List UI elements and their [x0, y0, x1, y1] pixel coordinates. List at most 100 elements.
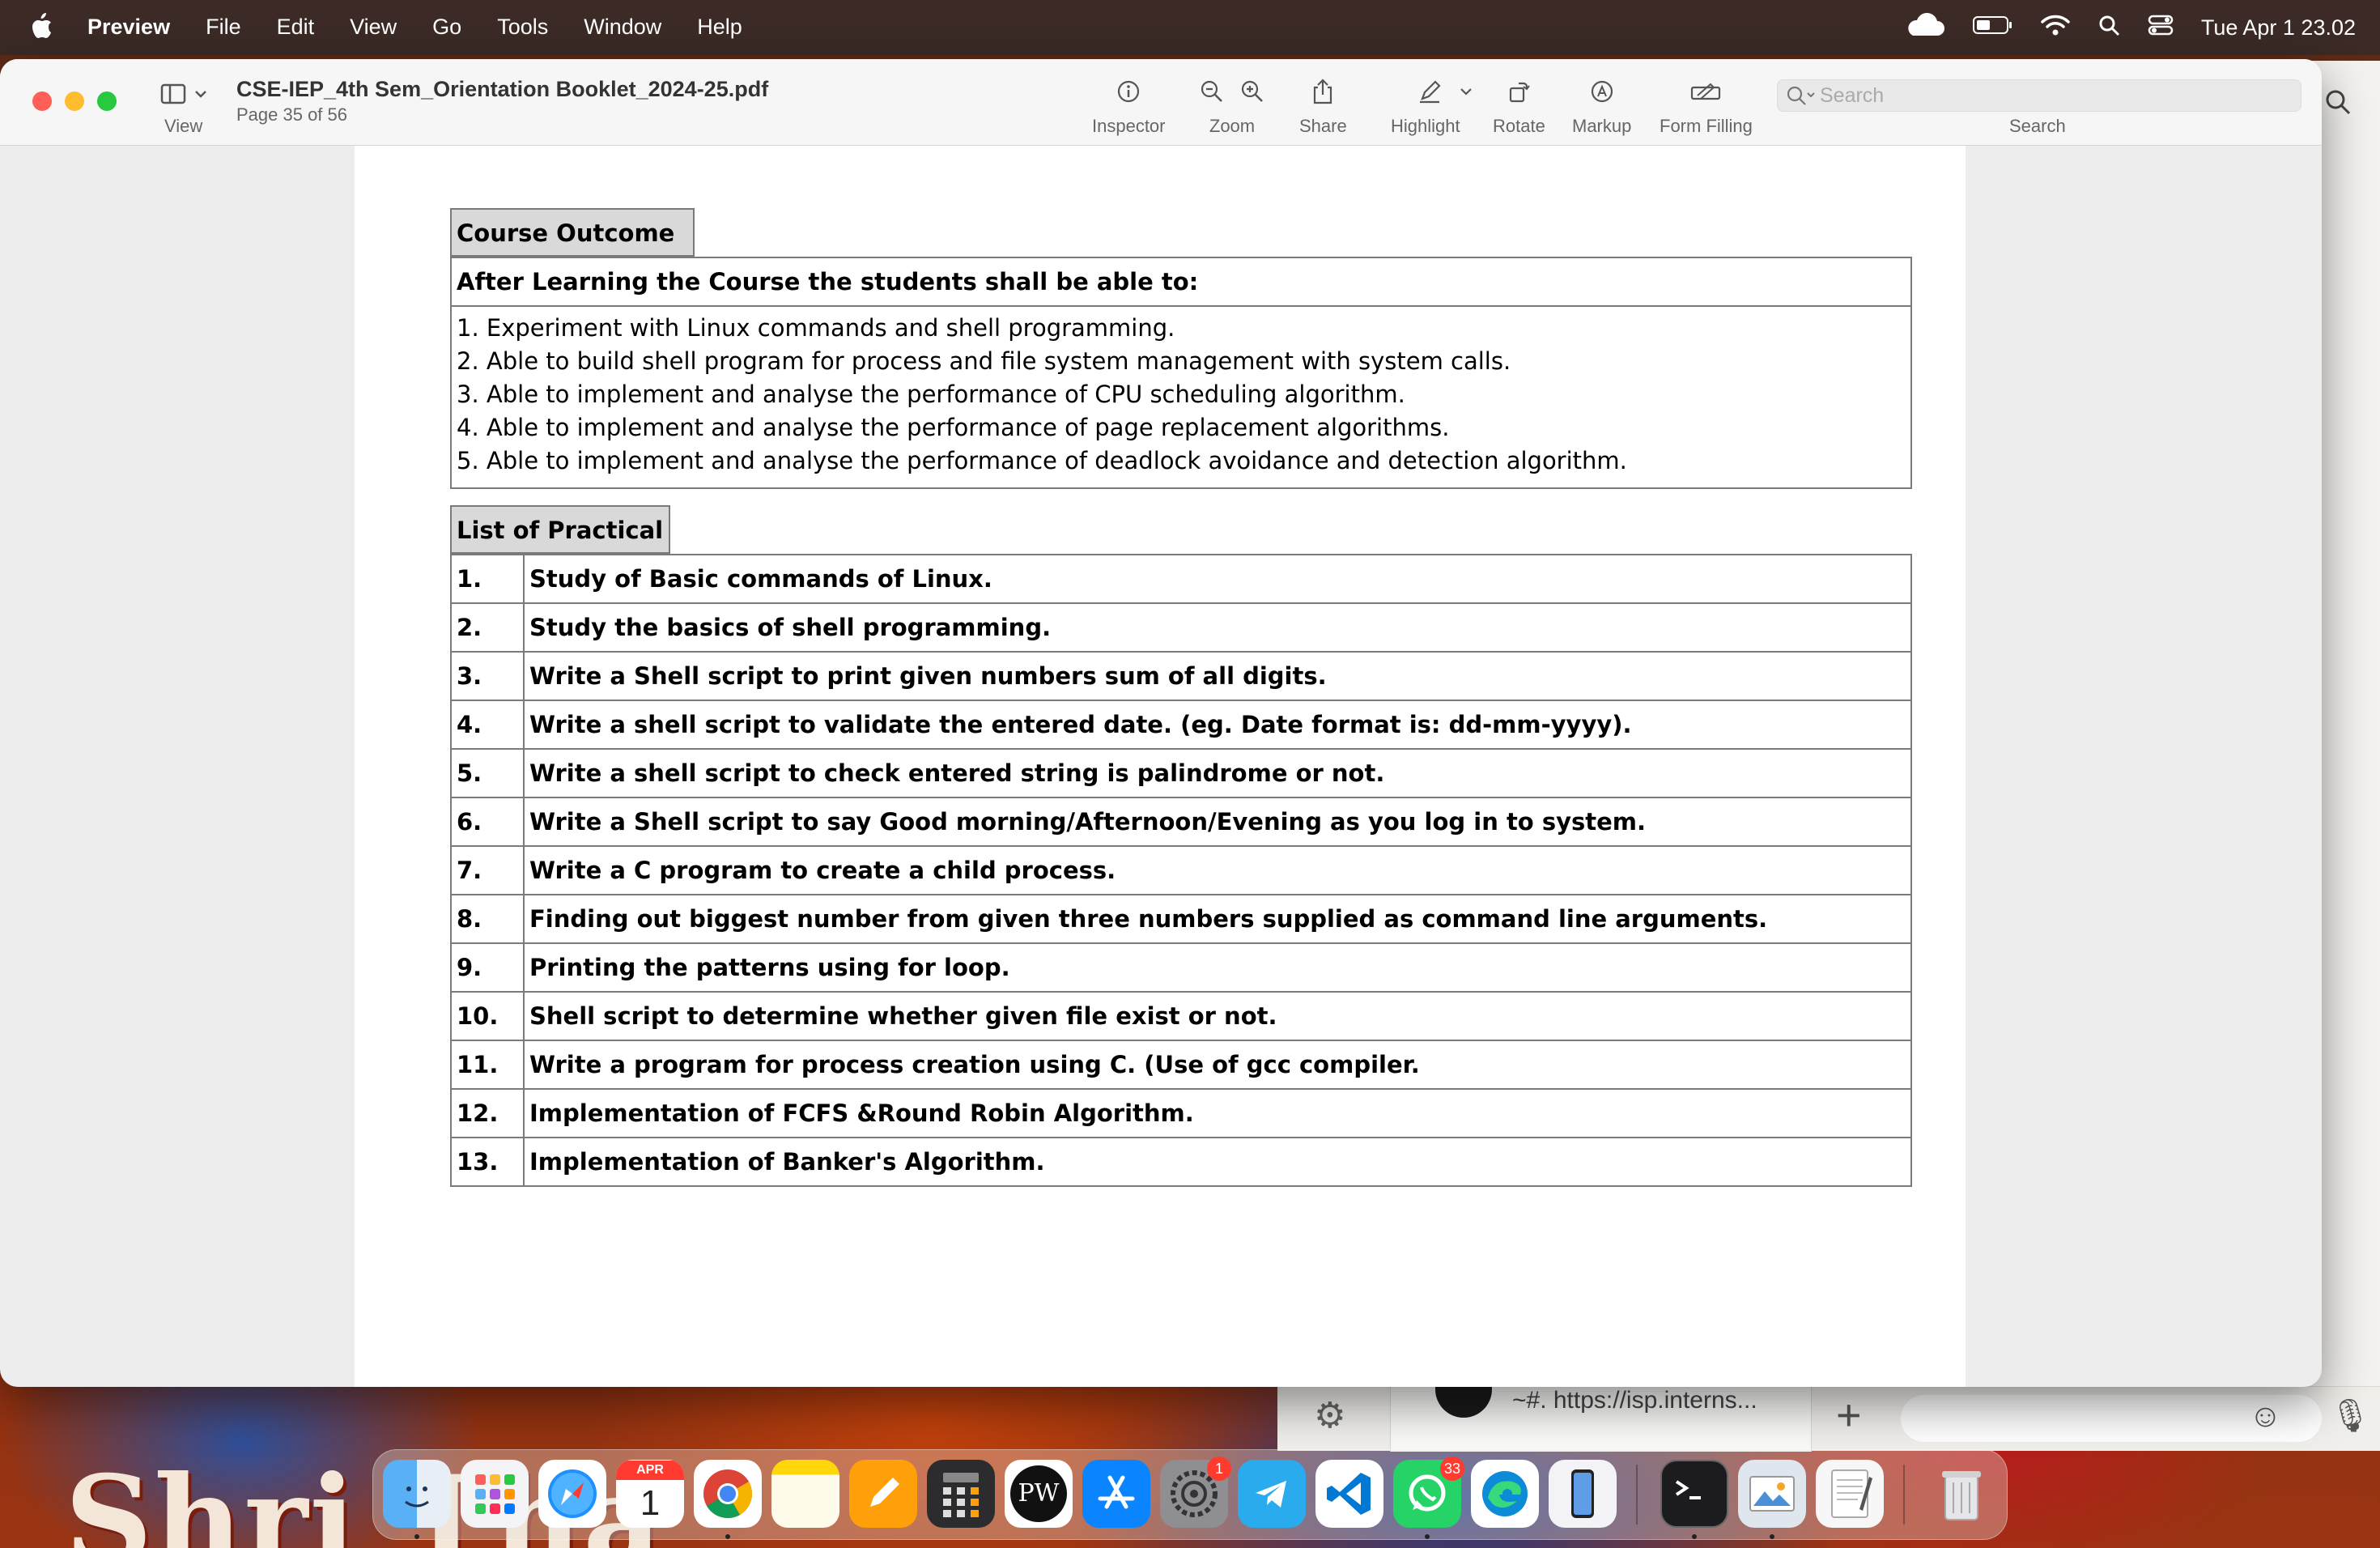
practical-number: 3. — [450, 651, 525, 701]
course-outcome-intro: After Learning the Course the students s… — [452, 258, 1910, 307]
practical-text: Printing the patterns using for loop. — [523, 942, 1912, 993]
running-indicator — [1770, 1534, 1774, 1539]
form-filling-label: Form Filling — [1660, 116, 1753, 136]
terminal-icon[interactable] — [1660, 1460, 1728, 1528]
background-emoji-icon[interactable]: ☺ — [2249, 1398, 2282, 1435]
menu-edit[interactable]: Edit — [277, 15, 315, 40]
calendar-day: 1 — [640, 1483, 661, 1523]
menu-tools[interactable]: Tools — [497, 15, 548, 40]
app-store-icon[interactable] — [1082, 1460, 1150, 1528]
trash-icon[interactable] — [1927, 1460, 1995, 1528]
practical-number: 13. — [450, 1137, 525, 1187]
finder-icon[interactable] — [383, 1460, 451, 1528]
window-toolbar: View CSE-IEP_4th Sem_Orientation Booklet… — [0, 59, 2322, 146]
chrome-icon[interactable] — [694, 1460, 762, 1528]
practical-number: 8. — [450, 894, 525, 944]
textedit-icon[interactable] — [1816, 1460, 1884, 1528]
calculator-icon[interactable] — [927, 1460, 995, 1528]
chevron-down-icon[interactable] — [1458, 83, 1474, 100]
wifi-icon[interactable] — [2041, 14, 2070, 42]
zoom-buttons[interactable]: Zoom — [1200, 75, 1264, 137]
practical-text: Implementation of FCFS &Round Robin Algo… — [523, 1088, 1912, 1138]
highlight-button[interactable]: Highlight — [1391, 75, 1501, 137]
table-row: 5. Write a shell script to check entered … — [450, 748, 1912, 798]
preview-icon[interactable] — [1738, 1460, 1806, 1528]
cloud-icon[interactable] — [1903, 12, 1945, 43]
battery-icon[interactable] — [1972, 15, 2013, 41]
preview-window: View CSE-IEP_4th Sem_Orientation Booklet… — [0, 59, 2322, 1387]
background-mic-icon[interactable]: 🎙 — [2330, 1397, 2371, 1435]
table-row: 9. Printing the patterns using for loop. — [450, 942, 1912, 993]
inspector-button[interactable]: Inspector — [1092, 75, 1166, 137]
table-row: 11. Write a program for process creation … — [450, 1040, 1912, 1090]
edge-icon[interactable] — [1471, 1460, 1539, 1528]
menu-go[interactable]: Go — [432, 15, 461, 40]
zoom-out-icon[interactable] — [1200, 79, 1224, 104]
menu-clock[interactable]: Tue Apr 1 23.02 — [2201, 15, 2356, 40]
calendar-month: APR — [616, 1461, 684, 1480]
zoom-label: Zoom — [1209, 116, 1256, 136]
page-indicator: Page 35 of 56 — [236, 104, 348, 125]
safari-icon[interactable] — [538, 1460, 606, 1528]
menu-view[interactable]: View — [350, 15, 397, 40]
rotate-button[interactable]: Rotate — [1493, 75, 1545, 137]
form-filling-icon — [1691, 83, 1721, 100]
background-attach-icon[interactable]: + — [1836, 1393, 1862, 1437]
table-row: 4. Write a shell script to validate the e… — [450, 700, 1912, 750]
search-icon — [1786, 85, 1818, 112]
table-row: 8. Finding out biggest number from given … — [450, 894, 1912, 944]
course-outcome-item: 3. Able to implement and analyse the per… — [457, 381, 1405, 408]
launchpad-icon[interactable] — [461, 1460, 529, 1528]
menu-help[interactable]: Help — [697, 15, 742, 40]
whatsapp-icon[interactable]: 33 — [1393, 1457, 1464, 1528]
vscode-icon[interactable] — [1315, 1460, 1383, 1528]
system-settings-icon[interactable]: 1 — [1160, 1457, 1231, 1528]
zoom-in-icon[interactable] — [1240, 79, 1264, 104]
course-outcome-item: 2. Able to build shell program for proce… — [457, 347, 1511, 375]
practical-number: 5. — [450, 748, 525, 798]
table-row: 2. Study the basics of shell programming. — [450, 602, 1912, 653]
table-row: 7. Write a C program to create a child pr… — [450, 845, 1912, 895]
share-icon — [1314, 79, 1332, 104]
notes-icon[interactable] — [771, 1460, 839, 1528]
practical-text: Write a Shell script to print given numb… — [523, 651, 1912, 701]
pdf-page[interactable]: Course Outcome After Learning the Course… — [355, 146, 1966, 1387]
background-link-preview[interactable]: ~#. https://isp.interns... — [1512, 1387, 1757, 1414]
close-window-button[interactable] — [32, 91, 52, 111]
course-outcome-item: 4. Able to implement and analyse the per… — [457, 414, 1450, 441]
background-gear-icon[interactable]: ⚙ — [1314, 1395, 1345, 1436]
search-input[interactable] — [1820, 82, 2289, 109]
sidebar-toggle-button[interactable] — [160, 82, 214, 147]
spotlight-icon[interactable] — [2097, 14, 2120, 42]
table-row: 6. Write a Shell script to say Good morni… — [450, 797, 1912, 847]
table-row: 3. Write a Shell script to print given nu… — [450, 651, 1912, 701]
practical-text: Write a program for process creation usi… — [523, 1040, 1912, 1090]
background-search-icon[interactable] — [2323, 87, 2352, 121]
document-title[interactable]: CSE-IEP_4th Sem_Orientation Booklet_2024… — [236, 77, 768, 102]
view-label: View — [164, 116, 203, 136]
share-button[interactable]: Share — [1299, 75, 1347, 137]
pages-icon[interactable] — [849, 1460, 917, 1528]
control-center-icon[interactable] — [2148, 14, 2174, 42]
calendar-icon[interactable]: APR 1 — [616, 1460, 684, 1528]
form-filling-button[interactable]: Form Filling — [1660, 75, 1753, 137]
running-indicator — [1692, 1534, 1697, 1539]
telegram-icon[interactable] — [1238, 1460, 1306, 1528]
menu-app-name[interactable]: Preview — [87, 15, 170, 40]
menu-file[interactable]: File — [206, 15, 241, 40]
markup-button[interactable]: Markup — [1572, 75, 1631, 137]
background-chat-strip: ⚙ ~#. https://isp.interns... + ☺ 🎙 — [1277, 1385, 2380, 1452]
menu-window[interactable]: Window — [584, 15, 661, 40]
search-field[interactable] — [1777, 79, 2301, 112]
practical-text: Study of Basic commands of Linux. — [523, 554, 1912, 604]
markup-label: Markup — [1572, 116, 1632, 136]
running-indicator — [414, 1534, 419, 1539]
running-indicator — [725, 1534, 730, 1539]
practical-text: Write a Shell script to say Good morning… — [523, 797, 1912, 847]
physicswallah-icon[interactable]: PW — [1005, 1460, 1073, 1528]
search-label: Search — [2009, 116, 2066, 136]
minimize-window-button[interactable] — [65, 91, 84, 111]
zoom-window-button[interactable] — [97, 91, 117, 111]
iphone-mirroring-icon[interactable] — [1549, 1460, 1617, 1528]
apple-menu-icon[interactable] — [29, 11, 53, 46]
